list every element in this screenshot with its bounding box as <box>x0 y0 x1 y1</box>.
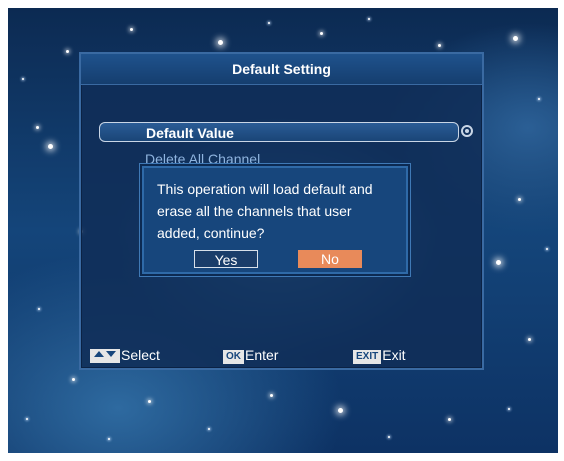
star <box>218 40 223 45</box>
no-button[interactable]: No <box>298 250 362 268</box>
hint-select-label: Select <box>121 347 160 363</box>
star <box>108 438 110 440</box>
star <box>66 50 69 53</box>
hint-exit-label: Exit <box>382 347 406 363</box>
star <box>518 198 521 201</box>
star <box>388 436 390 438</box>
star <box>36 126 39 129</box>
dialog-message: This operation will load default and era… <box>157 181 373 241</box>
star <box>48 144 53 149</box>
up-down-arrow-icon <box>90 349 120 363</box>
menu-item-default-value[interactable]: Default Value <box>99 122 459 142</box>
ok-key-icon: OK <box>223 350 244 364</box>
hint-enter: OK Enter <box>223 346 278 364</box>
confirm-dialog: This operation will load default and era… <box>142 166 408 274</box>
star <box>22 78 24 80</box>
star <box>538 98 540 100</box>
star <box>338 408 343 413</box>
hint-enter-label: Enter <box>245 347 279 363</box>
footer-hints: Select OK Enter EXIT Exit <box>81 342 482 368</box>
star <box>513 36 518 41</box>
exit-key-icon: EXIT <box>353 350 382 364</box>
hint-select: Select <box>90 346 160 364</box>
star <box>130 28 133 31</box>
star <box>208 428 210 430</box>
hint-exit: EXIT Exit <box>353 346 406 364</box>
star <box>496 260 501 265</box>
star <box>438 44 441 47</box>
star <box>38 308 40 310</box>
yes-button[interactable]: Yes <box>194 250 258 268</box>
star <box>148 400 151 403</box>
star <box>528 338 531 341</box>
star <box>270 394 273 397</box>
star <box>368 18 370 20</box>
star <box>268 22 270 24</box>
star <box>448 418 451 421</box>
star <box>26 418 28 420</box>
star <box>72 378 75 381</box>
star <box>508 408 510 410</box>
star <box>320 32 323 35</box>
star <box>546 248 548 250</box>
radio-indicator-icon <box>461 125 473 137</box>
panel-title: Default Setting <box>81 54 482 85</box>
